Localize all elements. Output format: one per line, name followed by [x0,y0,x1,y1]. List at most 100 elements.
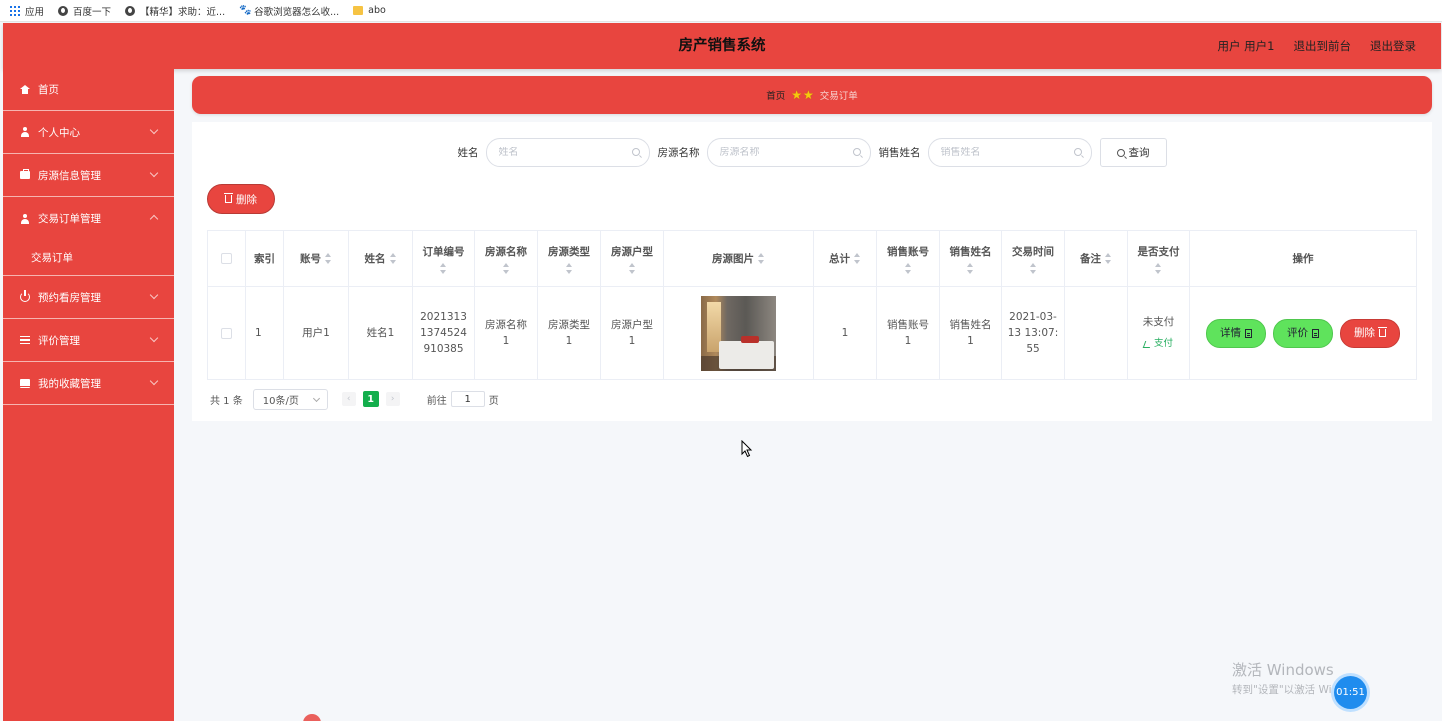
cell-value: 姓名1 [366,327,395,339]
name-search-input[interactable] [498,147,629,158]
orders-table: 索引 账号 姓名 订单编号 房源名称 房源类型 房源户型 房源图片 总计 销售账… [207,230,1417,380]
cell-value: 1 [841,327,849,339]
header-label: 是否支付 [1137,245,1180,258]
exit-to-front-link[interactable]: 退出到前台 [1294,38,1352,54]
cell-house-type: 房源类型 1 [538,287,601,379]
cell-seller-name: 销售姓名 1 [940,287,1002,379]
query-button[interactable]: 查询 [1099,138,1167,167]
sort-icon[interactable] [440,262,447,274]
bookmark-help-post[interactable]: 【精华】求助：近... [125,4,225,18]
sort-icon[interactable] [758,253,765,264]
header-seller-account[interactable]: 销售账号 [877,231,940,286]
power-icon [19,290,31,303]
sort-icon[interactable] [1105,253,1112,264]
house-name-search-input[interactable] [719,147,850,158]
name-input-wrapper[interactable] [485,138,650,167]
sidebar-item-label: 首页 [38,84,59,96]
recording-timer-badge[interactable]: 01:51 [1334,676,1367,709]
cell-value-line: 1 [967,335,974,347]
sort-icon[interactable] [565,262,573,274]
current-user-label[interactable]: 用户 用户1 [1218,38,1275,54]
house-photo-thumbnail[interactable] [701,295,776,371]
house-input-wrapper[interactable] [706,138,871,167]
search-form: 姓名 房源名称 销售姓名 查询 [192,138,1432,167]
sidebar-item-favorites[interactable]: 我的收藏管理 [3,362,174,405]
header-label: 房源户型 [611,245,653,258]
seller-search-field: 销售姓名 [879,138,1092,167]
book-icon [19,377,31,389]
sidebar-item-label: 评价管理 [38,334,80,347]
header-house-image[interactable]: 房源图片 [664,231,814,286]
sort-icon[interactable] [502,262,510,274]
header-label: 订单编号 [422,245,465,258]
sort-icon[interactable] [389,253,397,264]
row-delete-button[interactable]: 删除 [1340,318,1400,348]
bookmark-apps[interactable]: 应用 [10,4,44,18]
sidebar-item-personal-center[interactable]: 个人中心 [3,111,174,154]
checkbox[interactable] [221,253,232,264]
sidebar-subitem-trade-order[interactable]: 交易订单 [3,240,174,276]
sort-icon[interactable] [904,262,912,274]
prev-page-button[interactable]: ‹ [341,392,356,406]
page-size-select[interactable]: 10条/页 [252,388,328,410]
cell-value: 用户1 [302,327,330,339]
seller-name-label: 销售姓名 [878,147,921,159]
house-search-field: 房源名称 [658,138,871,167]
table-row: 1 用户1 姓名1 2021313 1374524 910385 房源名称 1 … [208,287,1416,379]
search-icon [631,148,640,156]
header-paid[interactable]: 是否支付 [1128,231,1190,286]
cell-value-line: 销售姓名 [949,319,992,331]
sort-icon[interactable] [1029,262,1037,274]
sidebar-item-house-info[interactable]: 房源信息管理 [3,154,174,197]
sidebar-item-trade-orders[interactable]: 交易订单管理 [3,197,174,240]
sort-icon[interactable] [628,262,636,274]
page-number-current[interactable]: 1 [362,391,379,407]
bookmark-abo[interactable]: abo [353,5,386,16]
header-name[interactable]: 姓名 [349,231,413,286]
seller-name-search-input[interactable] [940,147,1071,158]
delete-button-label: 删除 [236,193,257,206]
paid-status: 未支付 [1142,316,1175,328]
sidebar-item-home[interactable]: 首页 [3,69,174,111]
sidebar-item-viewing-appointments[interactable]: 预约看房管理 [3,276,174,319]
detail-button[interactable]: 详情 [1206,318,1266,348]
batch-delete-button[interactable]: 删除 [207,184,275,214]
header-seller-name[interactable]: 销售姓名 [940,231,1002,286]
sort-icon[interactable] [1155,262,1162,274]
chevron-down-icon [149,333,159,343]
bookmark-chrome-howto[interactable]: 🐾 谷歌浏览器怎么收... [239,4,339,18]
chevron-up-icon [149,214,159,224]
next-page-button[interactable]: › [385,392,400,406]
header-order-no[interactable]: 订单编号 [413,231,475,286]
pay-link[interactable]: 支付 [1142,336,1173,352]
header-house-name[interactable]: 房源名称 [475,231,538,286]
header-trade-time[interactable]: 交易时间 [1002,231,1065,286]
cell-actions: 详情 评价 删除 [1190,287,1416,379]
folder-icon [353,6,364,15]
goto-page-input[interactable]: 1 [450,391,485,407]
bookmark-baidu[interactable]: 百度一下 [58,4,111,18]
header-select-all[interactable] [208,231,246,286]
chevron-down-icon [149,125,159,135]
sort-icon[interactable] [325,253,332,264]
checkbox[interactable] [221,327,232,339]
seller-input-wrapper[interactable] [927,138,1092,167]
breadcrumb-home[interactable]: 首页 [766,88,785,102]
cell-total: 1 [814,287,877,379]
review-button[interactable]: 评价 [1273,318,1333,348]
sidebar-item-reviews[interactable]: 评价管理 [3,319,174,362]
house-icon [19,84,31,96]
header-remark[interactable]: 备注 [1065,231,1128,286]
header-label: 销售账号 [887,245,929,258]
header-house-type[interactable]: 房源类型 [538,231,601,286]
sort-icon[interactable] [854,253,861,264]
header-account[interactable]: 账号 [284,231,349,286]
header-house-layout[interactable]: 房源户型 [601,231,664,286]
sort-icon[interactable] [967,262,974,274]
sidebar-item-label: 交易订单管理 [38,213,101,225]
logout-link[interactable]: 退出登录 [1370,38,1416,54]
row-select[interactable] [208,287,246,379]
cell-value-line: 销售账号 [887,319,929,331]
header-label: 房源图片 [712,252,754,265]
header-total[interactable]: 总计 [814,231,877,286]
